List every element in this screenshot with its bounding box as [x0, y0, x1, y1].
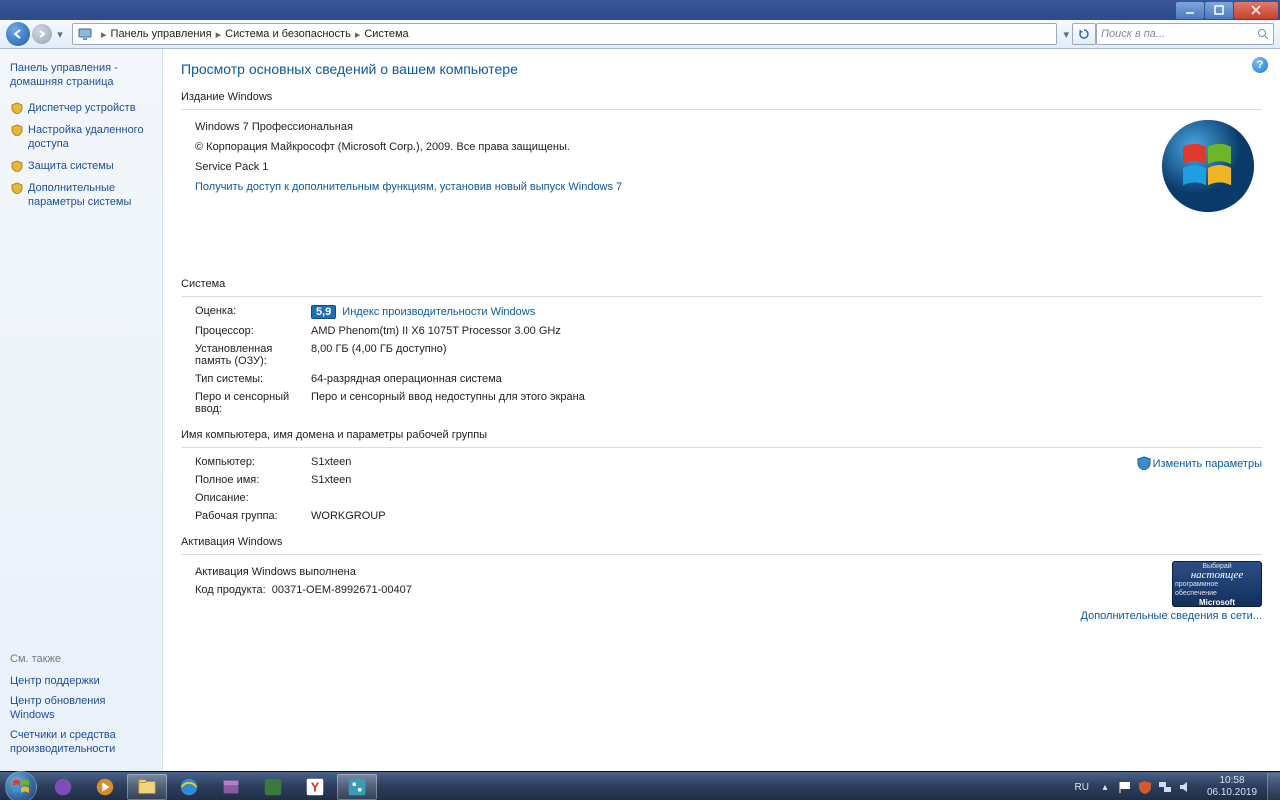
- navigation-bar: ▾ ▸ Панель управления ▸ Система и безопа…: [0, 20, 1280, 49]
- breadcrumb[interactable]: ▸ Панель управления ▸ Система и безопасн…: [72, 23, 1057, 45]
- window-maximize-button[interactable]: [1205, 2, 1233, 19]
- sidebar: Панель управления - домашняя страница Ди…: [0, 49, 163, 771]
- taskbar-item-app[interactable]: [253, 774, 293, 800]
- start-button[interactable]: [0, 772, 42, 800]
- activation-online-link[interactable]: Дополнительные сведения в сети...: [1081, 607, 1263, 625]
- section-id-title: Имя компьютера, имя домена и параметры р…: [181, 429, 1262, 443]
- change-settings-link[interactable]: Изменить параметры: [1122, 456, 1262, 471]
- sidebar-home-link[interactable]: Панель управления - домашняя страница: [0, 57, 162, 97]
- shield-icon: [10, 159, 24, 173]
- taskbar-item-mediaplayer[interactable]: [85, 774, 125, 800]
- page-title: Просмотр основных сведений о вашем компь…: [181, 61, 1262, 77]
- search-placeholder: Поиск в па...: [1101, 28, 1165, 40]
- see-also-action-center[interactable]: Центр поддержки: [10, 671, 152, 691]
- breadcrumb-item[interactable]: Панель управления: [111, 28, 212, 40]
- value-processor: AMD Phenom(tm) II X6 1075T Processor 3.0…: [311, 325, 1262, 337]
- edition-upsell-link[interactable]: Получить доступ к дополнительным функция…: [195, 178, 1262, 196]
- label-pen-touch: Перо и сенсорный ввод:: [195, 391, 311, 415]
- taskbar: Y RU ▴ 10:58 06.10.2019: [0, 771, 1280, 800]
- label-rating: Оценка:: [195, 305, 311, 317]
- edition-product: Windows 7 Профессиональная: [195, 118, 1262, 136]
- search-icon: [1257, 28, 1269, 40]
- label-computer: Компьютер:: [195, 456, 311, 468]
- taskbar-item-browser1[interactable]: [43, 774, 83, 800]
- computer-icon: [77, 26, 93, 42]
- windows-flag-icon: [11, 777, 31, 797]
- genuine-microsoft-badge[interactable]: Выбирай настоящее программное обеспечени…: [1172, 561, 1262, 607]
- search-input[interactable]: Поиск в па...: [1096, 23, 1274, 45]
- value-system-type: 64-разрядная операционная система: [311, 373, 1262, 385]
- edition-copyright: © Корпорация Майкрософт (Microsoft Corp.…: [195, 138, 1262, 156]
- breadcrumb-item[interactable]: Система: [364, 28, 408, 40]
- experience-index-link[interactable]: Индекс производительности Windows: [342, 306, 535, 318]
- value-ram: 8,00 ГБ (4,00 ГБ доступно): [311, 343, 1262, 355]
- shield-icon: [10, 123, 24, 137]
- experience-score-badge: 5,9: [311, 305, 336, 319]
- tray-volume-icon[interactable]: [1177, 779, 1193, 795]
- value-product-id: 00371-OEM-8992671-00407: [272, 584, 412, 596]
- shield-icon: [10, 181, 24, 195]
- section-activation-title: Активация Windows: [181, 536, 1262, 550]
- see-also-perf-tools[interactable]: Счетчики и средства производительности: [10, 725, 152, 759]
- show-desktop-button[interactable]: [1267, 773, 1280, 800]
- tray-show-hidden-icon[interactable]: ▴: [1097, 779, 1113, 795]
- nav-back-button[interactable]: [6, 22, 30, 46]
- label-product-id: Код продукта:: [195, 584, 266, 596]
- edition-service-pack: Service Pack 1: [195, 158, 1262, 176]
- taskbar-item-archiver[interactable]: [211, 774, 251, 800]
- label-workgroup: Рабочая группа:: [195, 510, 311, 522]
- value-workgroup: WORKGROUP: [311, 510, 1122, 522]
- help-icon[interactable]: ?: [1252, 57, 1268, 73]
- taskbar-item-ie[interactable]: [169, 774, 209, 800]
- see-also-title: См. также: [10, 653, 152, 665]
- window-minimize-button[interactable]: [1176, 2, 1204, 19]
- tray-flag-icon[interactable]: [1117, 779, 1133, 795]
- activation-status: Активация Windows выполнена: [195, 563, 1262, 581]
- breadcrumb-item[interactable]: Система и безопасность: [225, 28, 351, 40]
- taskbar-item-explorer[interactable]: [127, 774, 167, 800]
- windows-logo-icon: [1160, 118, 1256, 214]
- taskbar-item-settings[interactable]: [337, 774, 377, 800]
- refresh-button[interactable]: [1072, 23, 1096, 45]
- content-area: ? Просмотр основных сведений о вашем ком…: [163, 49, 1280, 771]
- label-full-name: Полное имя:: [195, 474, 311, 486]
- tray-shield-icon[interactable]: [1137, 779, 1153, 795]
- tray-clock[interactable]: 10:58 06.10.2019: [1201, 775, 1263, 799]
- breadcrumb-dropdown[interactable]: ▾: [1063, 28, 1069, 41]
- tray-language[interactable]: RU: [1075, 782, 1089, 793]
- id-info-grid: Компьютер: S1xteen Изменить параметры По…: [181, 456, 1262, 522]
- system-info-grid: Оценка: 5,9 Индекс производительности Win…: [181, 305, 1262, 415]
- label-processor: Процессор:: [195, 325, 311, 337]
- nav-forward-button[interactable]: [32, 24, 52, 44]
- sidebar-item-system-protection[interactable]: Защита системы: [0, 155, 162, 177]
- value-pen-touch: Перо и сенсорный ввод недоступны для это…: [311, 391, 1262, 403]
- value-computer: S1xteen: [311, 456, 1122, 468]
- value-full-name: S1xteen: [311, 474, 1122, 486]
- tray-network-icon[interactable]: [1157, 779, 1173, 795]
- shield-icon: [1137, 456, 1151, 470]
- sidebar-item-device-manager[interactable]: Диспетчер устройств: [0, 97, 162, 119]
- window-close-button[interactable]: [1234, 2, 1278, 19]
- label-system-type: Тип системы:: [195, 373, 311, 385]
- sidebar-item-advanced-settings[interactable]: Дополнительные параметры системы: [0, 177, 162, 213]
- window-titlebar: [0, 0, 1280, 20]
- section-system-title: Система: [181, 278, 1262, 292]
- system-tray: RU ▴ 10:58 06.10.2019: [1075, 772, 1280, 800]
- label-description: Описание:: [195, 492, 311, 504]
- label-ram: Установленная память (ОЗУ):: [195, 343, 311, 367]
- sidebar-item-remote-settings[interactable]: Настройка удаленного доступа: [0, 119, 162, 155]
- nav-history-dropdown[interactable]: ▾: [54, 28, 66, 41]
- see-also-windows-update[interactable]: Центр обновления Windows: [10, 691, 152, 725]
- taskbar-item-yandex[interactable]: Y: [295, 774, 335, 800]
- shield-icon: [10, 101, 24, 115]
- svg-text:Y: Y: [311, 780, 320, 795]
- section-edition-title: Издание Windows: [181, 91, 1262, 105]
